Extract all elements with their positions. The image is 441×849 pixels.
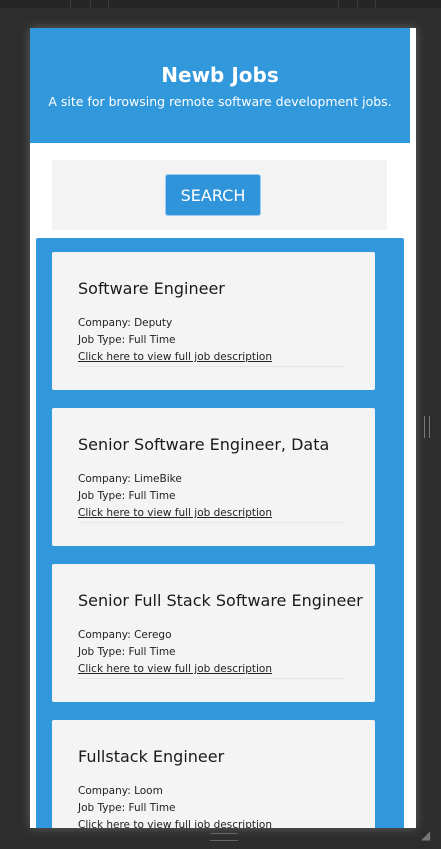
toolbar-divider xyxy=(108,0,109,8)
job-title: Software Engineer xyxy=(78,279,225,298)
toolbar-divider xyxy=(338,0,339,8)
resize-grip-icon[interactable]: ◢ xyxy=(421,828,435,842)
job-description-link[interactable]: Click here to view full job description xyxy=(78,819,272,828)
job-card: Senior Full Stack Software Engineer Comp… xyxy=(52,564,375,702)
job-title: Senior Software Engineer, Data xyxy=(78,435,330,454)
job-description-link[interactable]: Click here to view full job description xyxy=(78,507,272,519)
toolbar-divider xyxy=(375,0,376,8)
job-type: Job Type: Full Time xyxy=(78,802,176,814)
site-title: Newb Jobs xyxy=(161,63,279,87)
job-type: Job Type: Full Time xyxy=(78,490,176,502)
top-toolbar xyxy=(0,0,441,8)
job-card: Fullstack Engineer Company: Loom Job Typ… xyxy=(52,720,375,828)
job-type: Job Type: Full Time xyxy=(78,646,176,658)
toolbar-divider xyxy=(357,0,358,8)
page-viewport[interactable]: Newb Jobs A site for browsing remote sof… xyxy=(30,28,416,828)
toolbar-divider xyxy=(70,0,71,8)
job-card: Senior Software Engineer, Data Company: … xyxy=(52,408,375,546)
bottom-drag-handle[interactable] xyxy=(210,833,238,841)
job-company: Company: Cerego xyxy=(78,629,172,641)
site-header: Newb Jobs A site for browsing remote sof… xyxy=(30,28,410,143)
search-button[interactable]: SEARCH xyxy=(165,174,261,216)
job-description-link[interactable]: Click here to view full job description xyxy=(78,351,272,363)
job-company: Company: LimeBike xyxy=(78,473,182,485)
site-subtitle: A site for browsing remote software deve… xyxy=(48,94,392,109)
search-panel: SEARCH xyxy=(52,160,387,230)
job-list: Software Engineer Company: Deputy Job Ty… xyxy=(36,238,404,828)
job-card: Software Engineer Company: Deputy Job Ty… xyxy=(52,252,375,390)
job-type: Job Type: Full Time xyxy=(78,334,176,346)
job-company: Company: Loom xyxy=(78,785,163,797)
device-frame: Newb Jobs A site for browsing remote sof… xyxy=(0,0,441,849)
toolbar-divider xyxy=(90,0,91,8)
divider xyxy=(78,522,346,523)
job-title: Fullstack Engineer xyxy=(78,747,225,766)
divider xyxy=(78,678,346,679)
side-drag-handle[interactable] xyxy=(424,416,430,438)
job-company: Company: Deputy xyxy=(78,317,173,329)
divider xyxy=(78,366,346,367)
job-description-link[interactable]: Click here to view full job description xyxy=(78,663,272,675)
job-title: Senior Full Stack Software Engineer xyxy=(78,591,363,610)
